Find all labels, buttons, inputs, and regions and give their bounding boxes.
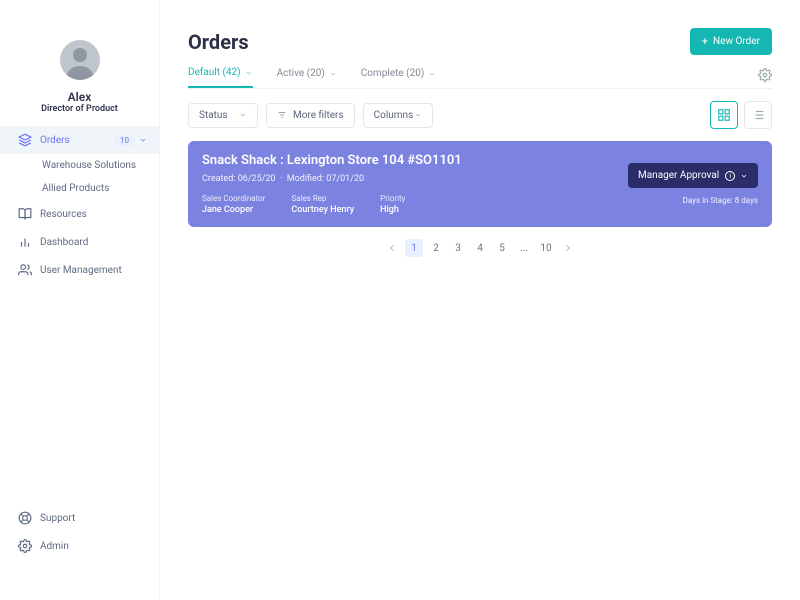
order-col-1: Sales Rep Courtney Henry bbox=[291, 194, 354, 215]
page-title: Orders bbox=[188, 30, 249, 54]
user-role: Director of Product bbox=[0, 104, 159, 114]
plus-icon: + bbox=[702, 35, 708, 48]
users-icon bbox=[18, 263, 32, 277]
tab-default-label: Default (42) bbox=[188, 67, 241, 78]
tab-default[interactable]: Default (42) bbox=[188, 67, 253, 88]
col-value-1: Courtney Henry bbox=[291, 205, 354, 215]
more-filters-button[interactable]: More filters bbox=[266, 103, 355, 128]
new-order-button[interactable]: + New Order bbox=[690, 28, 772, 55]
nav-usermgmt-label: User Management bbox=[40, 265, 147, 276]
col-label-1: Sales Rep bbox=[291, 194, 354, 203]
settings-icon[interactable] bbox=[758, 68, 772, 82]
order-card-right: Manager Approval i Days in Stage: 8 days bbox=[628, 153, 758, 215]
nav-support[interactable]: Support bbox=[0, 504, 159, 532]
nav-orders[interactable]: Orders 10 bbox=[0, 126, 159, 154]
status-dropdown[interactable]: Status bbox=[188, 103, 258, 128]
days-label: Days in Stage: bbox=[683, 196, 733, 205]
layers-icon bbox=[18, 133, 32, 147]
columns-label: Columns bbox=[374, 110, 414, 121]
avatar bbox=[60, 40, 100, 80]
nav-resources-label: Resources bbox=[40, 209, 147, 220]
page-10[interactable]: 10 bbox=[537, 239, 555, 257]
new-order-label: New Order bbox=[713, 36, 760, 47]
created-value: 06/25/20 bbox=[238, 174, 276, 184]
nav-support-label: Support bbox=[40, 513, 147, 524]
col-value-0: Jane Cooper bbox=[202, 205, 265, 215]
nav: Orders 10 Warehouse Solutions Allied Pro… bbox=[0, 126, 159, 284]
nav-resources[interactable]: Resources bbox=[0, 200, 159, 228]
user-name: Alex bbox=[0, 90, 159, 104]
nav-user-management[interactable]: User Management bbox=[0, 256, 159, 284]
tab-active[interactable]: Active (20) bbox=[277, 68, 337, 87]
nav-admin[interactable]: Admin bbox=[0, 532, 159, 560]
chevron-left-icon bbox=[387, 243, 397, 253]
days-in-stage: Days in Stage: 8 days bbox=[683, 196, 758, 205]
nav-orders-child-0[interactable]: Warehouse Solutions bbox=[0, 154, 159, 177]
chevron-down-icon bbox=[428, 70, 436, 78]
created-label: Created: bbox=[202, 174, 235, 184]
grid-icon bbox=[717, 108, 731, 122]
chevron-down-icon bbox=[245, 69, 253, 77]
nav-orders-child-1[interactable]: Allied Products bbox=[0, 177, 159, 200]
page-3[interactable]: 3 bbox=[449, 239, 467, 257]
col-label-2: Priority bbox=[380, 194, 405, 203]
order-title: Snack Shack : Lexington Store 104 #SO110… bbox=[202, 153, 628, 168]
nav-dashboard[interactable]: Dashboard bbox=[0, 228, 159, 256]
card-view-button[interactable] bbox=[710, 101, 738, 129]
info-icon: i bbox=[725, 171, 735, 181]
columns-dropdown[interactable]: Columns bbox=[363, 103, 433, 128]
order-card-left: Snack Shack : Lexington Store 104 #SO110… bbox=[202, 153, 628, 215]
tab-complete-label: Complete (20) bbox=[361, 68, 425, 79]
filters-row: Status More filters Columns bbox=[188, 101, 772, 129]
sidebar: Alex Director of Product Orders 10 Wareh… bbox=[0, 0, 160, 600]
filter-icon bbox=[277, 110, 287, 120]
sidebar-footer: Support Admin bbox=[0, 504, 159, 560]
modified-value: 07/01/20 bbox=[326, 174, 364, 184]
more-filters-label: More filters bbox=[293, 110, 344, 121]
days-value: 8 days bbox=[735, 196, 758, 205]
status-label: Status bbox=[199, 110, 228, 121]
approval-dropdown[interactable]: Manager Approval i bbox=[628, 163, 758, 188]
bar-chart-icon bbox=[18, 235, 32, 249]
page-4[interactable]: 4 bbox=[471, 239, 489, 257]
chevron-down-icon bbox=[329, 70, 337, 78]
list-view-button[interactable] bbox=[744, 101, 772, 129]
order-col-0: Sales Coordinator Jane Cooper bbox=[202, 194, 265, 215]
page-1[interactable]: 1 bbox=[405, 239, 423, 257]
col-label-0: Sales Coordinator bbox=[202, 194, 265, 203]
book-icon bbox=[18, 207, 32, 221]
main: Orders + New Order Default (42) Active (… bbox=[160, 0, 800, 600]
gear-icon bbox=[18, 539, 32, 553]
tab-complete[interactable]: Complete (20) bbox=[361, 68, 437, 87]
paginator: 1 2 3 4 5 ... 10 bbox=[188, 239, 772, 257]
page-2[interactable]: 2 bbox=[427, 239, 445, 257]
nav-dashboard-label: Dashboard bbox=[40, 237, 147, 248]
order-columns: Sales Coordinator Jane Cooper Sales Rep … bbox=[202, 194, 628, 215]
page-prev[interactable] bbox=[383, 239, 401, 257]
chevron-down-icon bbox=[239, 111, 247, 119]
chevron-down-icon bbox=[414, 111, 422, 119]
chevron-down-icon bbox=[139, 136, 147, 144]
page-5[interactable]: 5 bbox=[493, 239, 511, 257]
header-row: Orders + New Order bbox=[188, 28, 772, 55]
tabs: Default (42) Active (20) Complete (20) bbox=[188, 67, 772, 89]
order-meta: Created: 06/25/20 · Modified: 07/01/20 bbox=[202, 174, 628, 184]
approval-label: Manager Approval bbox=[638, 170, 719, 181]
chevron-down-icon bbox=[740, 172, 748, 180]
nav-orders-label: Orders bbox=[40, 135, 114, 146]
col-value-2: High bbox=[380, 205, 405, 215]
modified-label: Modified: bbox=[287, 174, 324, 184]
list-icon bbox=[751, 108, 765, 122]
nav-orders-badge: 10 bbox=[114, 135, 135, 146]
tab-active-label: Active (20) bbox=[277, 68, 325, 79]
nav-admin-label: Admin bbox=[40, 541, 147, 552]
order-col-2: Priority High bbox=[380, 194, 405, 215]
page-next[interactable] bbox=[559, 239, 577, 257]
order-card[interactable]: Snack Shack : Lexington Store 104 #SO110… bbox=[188, 141, 772, 227]
life-buoy-icon bbox=[18, 511, 32, 525]
chevron-right-icon bbox=[563, 243, 573, 253]
page-ellipsis: ... bbox=[515, 239, 533, 257]
